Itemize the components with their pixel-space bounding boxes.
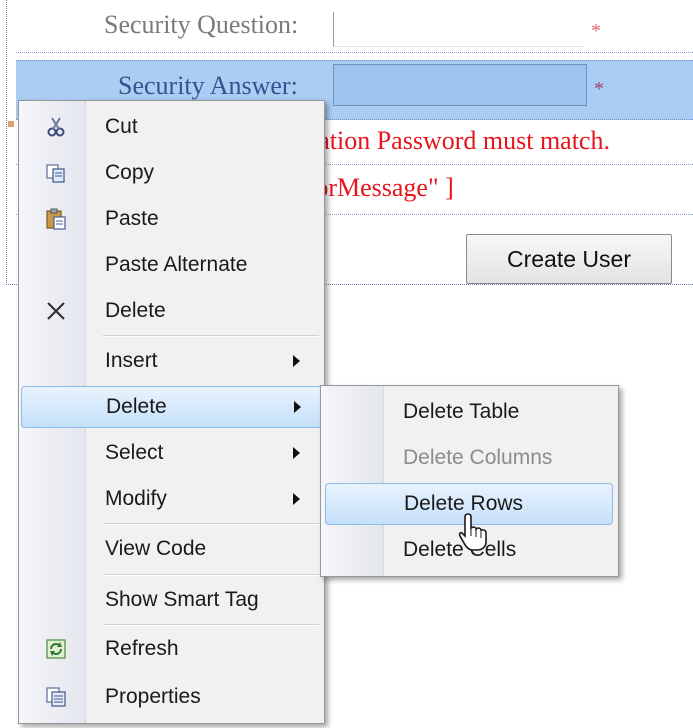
menu-item-label: Delete bbox=[106, 395, 167, 418]
submenu-arrow-icon bbox=[293, 355, 300, 367]
menu-item-label: Paste bbox=[105, 207, 159, 230]
submenu-arrow-icon bbox=[293, 447, 300, 459]
menu-item-label: Properties bbox=[105, 685, 201, 708]
hand-cursor-icon bbox=[458, 512, 490, 552]
menu-item-show-smart-tag[interactable]: Show Smart Tag bbox=[21, 579, 322, 621]
menu-item-select[interactable]: Select bbox=[21, 432, 322, 474]
menu-item-insert[interactable]: Insert bbox=[21, 340, 322, 382]
menu-item-modify[interactable]: Modify bbox=[21, 478, 322, 520]
row-marker bbox=[8, 121, 14, 127]
menu-item-label: View Code bbox=[105, 537, 207, 560]
menu-item-label: Select bbox=[105, 441, 164, 464]
refresh-icon bbox=[45, 638, 67, 660]
delete-x-icon bbox=[45, 300, 67, 322]
row-separator bbox=[16, 52, 693, 53]
menu-item-label: Modify bbox=[105, 487, 167, 510]
menu-separator bbox=[103, 523, 319, 525]
password-compare-error: mation Password must match. bbox=[298, 126, 610, 155]
menu-item-label: Show Smart Tag bbox=[105, 588, 259, 611]
menu-separator bbox=[103, 574, 319, 576]
menu-item-label: Paste Alternate bbox=[105, 253, 248, 276]
security-answer-input[interactable] bbox=[333, 64, 587, 106]
security-question-required-marker: * bbox=[591, 20, 601, 42]
security-answer-required-marker: * bbox=[594, 78, 604, 100]
menu-item-delete[interactable]: Delete bbox=[21, 290, 322, 332]
menu-item-refresh[interactable]: Refresh bbox=[21, 628, 322, 670]
scissors-icon bbox=[45, 116, 67, 138]
menu-item-cut[interactable]: Cut bbox=[21, 106, 322, 148]
menu-item-label: Insert bbox=[105, 349, 158, 372]
menu-separator bbox=[103, 624, 319, 626]
menu-item-label: Copy bbox=[105, 161, 155, 184]
paste-icon bbox=[45, 208, 67, 230]
menu-item-properties[interactable]: Properties bbox=[21, 676, 322, 718]
menu-item-paste[interactable]: Paste bbox=[21, 198, 322, 240]
submenu-arrow-icon bbox=[293, 493, 300, 505]
context-menu: Cut Copy Paste Paste Alternate Delete In… bbox=[18, 100, 325, 724]
properties-icon bbox=[45, 686, 67, 708]
copy-icon bbox=[45, 162, 67, 184]
menu-item-paste-alternate[interactable]: Paste Alternate bbox=[21, 244, 322, 286]
menu-item-label: Cut bbox=[105, 115, 138, 138]
create-user-button[interactable]: Create User bbox=[466, 234, 672, 284]
security-question-label: Security Question: bbox=[104, 10, 299, 39]
menu-item-view-code[interactable]: View Code bbox=[21, 528, 322, 570]
menu-item-label: Refresh bbox=[105, 637, 179, 660]
menu-separator bbox=[103, 335, 319, 337]
submenu-item-label: Delete Columns bbox=[403, 446, 553, 469]
menu-item-delete-submenu[interactable]: Delete bbox=[21, 386, 322, 428]
submenu-item-delete-columns: Delete Columns bbox=[325, 437, 613, 479]
menu-item-copy[interactable]: Copy bbox=[21, 152, 322, 194]
menu-item-label: Delete bbox=[105, 299, 166, 322]
submenu-arrow-icon bbox=[294, 401, 301, 413]
security-question-input[interactable] bbox=[333, 12, 584, 47]
submenu-item-delete-table[interactable]: Delete Table bbox=[325, 391, 613, 433]
submenu-item-label: Delete Table bbox=[403, 400, 520, 423]
security-answer-label: Security Answer: bbox=[118, 71, 298, 100]
